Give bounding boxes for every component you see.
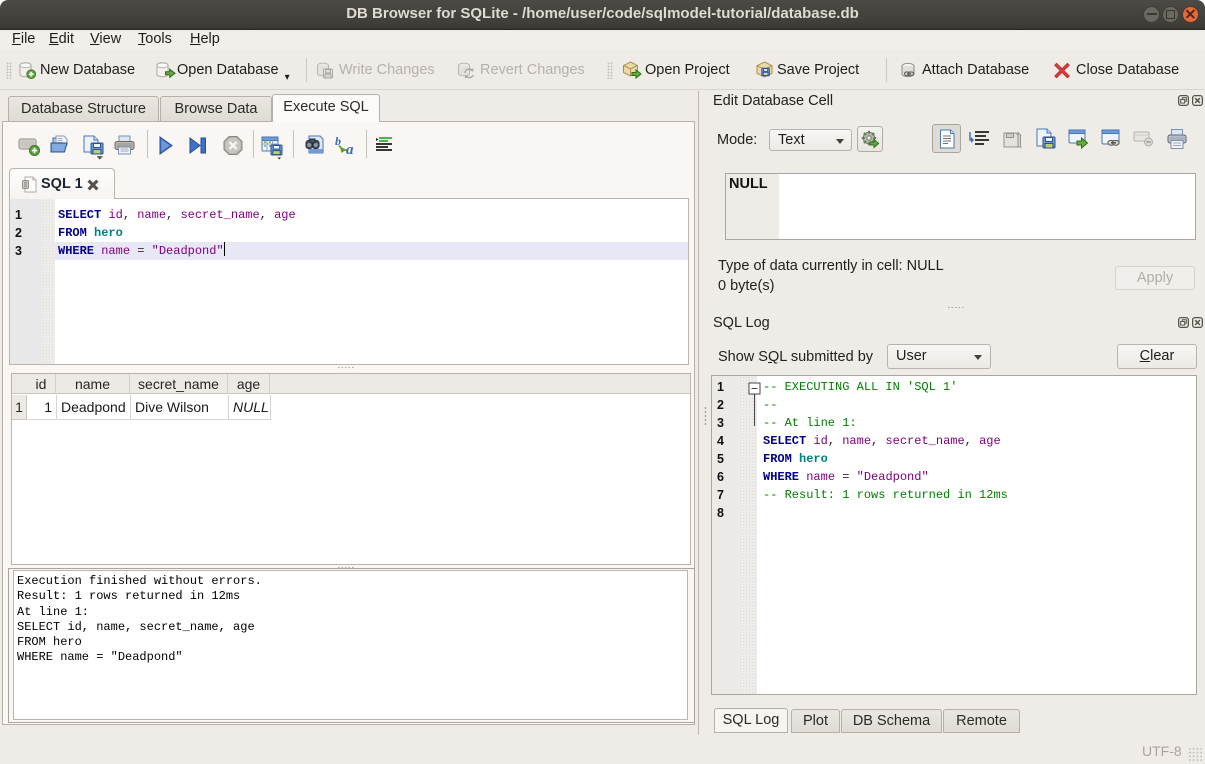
- svg-text:a: a: [346, 142, 354, 157]
